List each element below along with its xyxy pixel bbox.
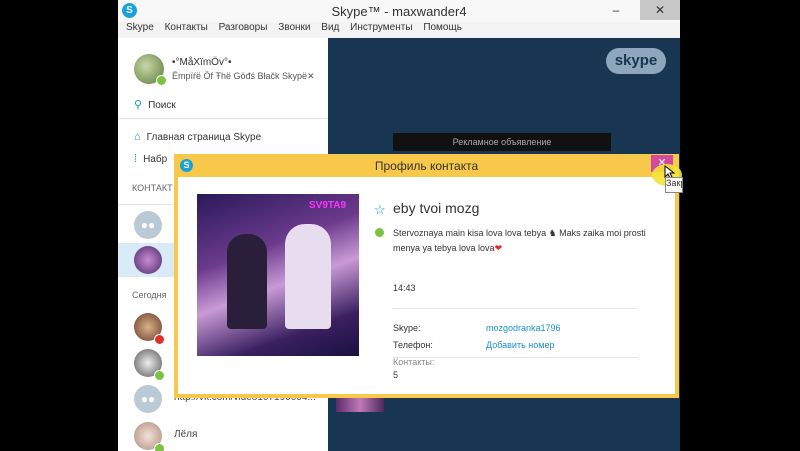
skype-logo: skype bbox=[606, 48, 666, 74]
divider bbox=[393, 308, 638, 309]
menu-skype[interactable]: Skype bbox=[126, 22, 154, 33]
contact-profile-dialog: S Профиль контакта ✕ SV9TA9 ☆ eby tvoi m… bbox=[174, 154, 679, 398]
busy-status-icon bbox=[154, 334, 165, 345]
search-label: Поиск bbox=[148, 100, 176, 111]
skype-name-link[interactable]: mozgodranka1796 bbox=[486, 323, 561, 333]
home-icon: ⌂ bbox=[134, 131, 141, 143]
recent-item[interactable]: Лёля bbox=[118, 419, 328, 451]
profile-name[interactable]: •°MåXïmÖv°• bbox=[172, 57, 231, 68]
online-status-icon bbox=[154, 443, 165, 451]
group-avatar-icon: ●● bbox=[134, 211, 162, 239]
online-status-icon bbox=[375, 228, 384, 237]
group-avatar-icon: ●● bbox=[134, 385, 162, 413]
online-status-icon bbox=[156, 75, 167, 86]
maximize-button[interactable] bbox=[632, 0, 640, 20]
recent-item-label: Лёля bbox=[174, 429, 198, 440]
menu-calls[interactable]: Звонки bbox=[278, 22, 310, 33]
phone-label: Телефон: bbox=[393, 340, 433, 350]
dialpad-row[interactable]: ⁞ Набр bbox=[134, 153, 167, 165]
photo-figure bbox=[227, 234, 267, 329]
online-status-icon bbox=[154, 370, 165, 381]
dialog-content: SV9TA9 ☆ eby tvoi mozg Stervoznaya main … bbox=[178, 177, 675, 394]
menu-bar: Skype Контакты Разговоры Звонки Вид Инст… bbox=[118, 22, 680, 38]
menu-conversations[interactable]: Разговоры bbox=[219, 22, 268, 33]
photo-text: SV9TA9 bbox=[309, 200, 347, 211]
contact-name: eby tvoi mozg bbox=[393, 200, 480, 216]
dialpad-label: Набр bbox=[143, 154, 168, 165]
today-header: Сегодня bbox=[132, 290, 167, 300]
window-title: Skype™ - maxwander4 bbox=[331, 4, 467, 19]
title-bar: S Skype™ - maxwander4 – ✕ bbox=[118, 0, 680, 22]
skype-label: Skype: bbox=[393, 323, 421, 333]
search-icon: ⚲ bbox=[134, 99, 143, 111]
contact-avatar bbox=[134, 246, 162, 274]
menu-tools[interactable]: Инструменты bbox=[350, 22, 412, 33]
menu-view[interactable]: Вид bbox=[321, 22, 339, 33]
ad-banner[interactable]: Рекламное объявление bbox=[393, 133, 611, 151]
contacts-header: КОНТАКТ bbox=[132, 183, 173, 193]
dialog-title: Профиль контакта bbox=[374, 159, 479, 173]
mood-text: Maks zaika moi prosti bbox=[556, 228, 646, 238]
minimize-button[interactable]: – bbox=[602, 0, 630, 20]
favorite-star-icon[interactable]: ☆ bbox=[374, 202, 386, 218]
menu-help[interactable]: Помощь bbox=[423, 22, 462, 33]
window-close-button[interactable]: ✕ bbox=[640, 0, 680, 20]
mood-text: Stervoznaya main kisa lova lova tebya bbox=[393, 228, 549, 238]
mood-text: menya ya tebya lova lova bbox=[393, 243, 495, 253]
mood-icon: ♞ bbox=[548, 228, 557, 238]
contacts-label: Контакты: bbox=[393, 357, 435, 367]
dialpad-icon: ⁞ bbox=[134, 153, 138, 165]
search-row[interactable]: ⚲ Поиск bbox=[134, 98, 176, 111]
add-phone-link[interactable]: Добавить номер bbox=[486, 340, 554, 350]
photo-figure bbox=[285, 224, 331, 329]
divider bbox=[118, 118, 328, 119]
home-row[interactable]: ⌂ Главная страница Skype bbox=[134, 131, 261, 143]
contact-mood: Stervoznaya main kisa lova lova tebya ♞ … bbox=[393, 226, 663, 256]
contacts-count: 5 bbox=[393, 370, 399, 380]
close-tooltip: Закрыть bbox=[665, 177, 683, 193]
contact-photo[interactable]: SV9TA9 bbox=[197, 194, 359, 356]
home-label: Главная страница Skype bbox=[146, 132, 262, 143]
profile-mood[interactable]: Ëmpïŕë Öf Ŧhë Göđś Błačk Skypë✕ bbox=[172, 71, 315, 82]
menu-contacts[interactable]: Контакты bbox=[165, 22, 208, 33]
heart-icon: ❤ bbox=[494, 243, 503, 253]
local-time: 14:43 bbox=[393, 283, 416, 293]
